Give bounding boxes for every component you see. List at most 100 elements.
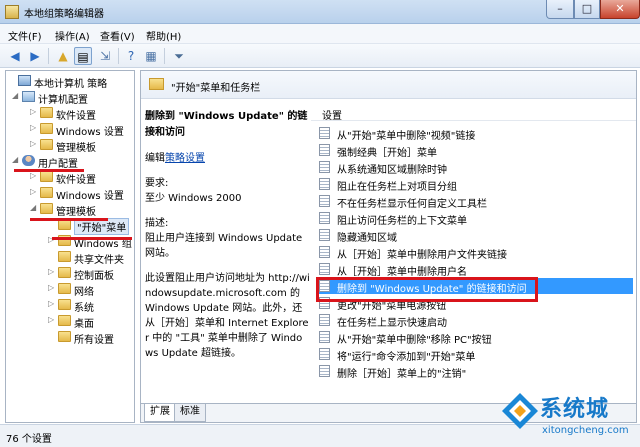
folder-icon [58,315,71,326]
app-icon [5,5,19,19]
edit-prefix: 编辑 [145,153,165,164]
watermark-url: xitongcheng.com [542,425,629,436]
watermark-logo [502,393,538,429]
setting-row[interactable]: 从系统通知区域删除时钟 [317,159,633,176]
tree-item-label: Windows 设置 [56,191,124,202]
setting-row[interactable]: 不在任务栏显示任何自定义工具栏 [317,193,633,210]
up-folder-icon[interactable]: ▲ [54,47,72,65]
properties-icon[interactable]: ▦ [142,47,160,65]
toolbar: ◀ ▶ ▲ ▤ ⇲ ? ▦ ⏷ [0,44,640,68]
folder-icon [58,283,71,294]
policy-setting-icon [319,178,330,190]
close-button[interactable]: ✕ [600,0,640,19]
maximize-button[interactable]: □ [574,0,600,19]
setting-row[interactable]: 阻止在任务栏上对项目分组 [317,176,633,193]
menu-file[interactable]: 文件(F) [8,28,42,43]
setting-row[interactable]: 强制经典［开始］菜单 [317,142,633,159]
menu-view[interactable]: 查看(V) [100,28,135,43]
edit-policy-link[interactable]: 策略设置 [165,153,205,164]
setting-row[interactable]: 阻止访问任务栏的上下文菜单 [317,210,633,227]
export-list-icon[interactable]: ⇲ [96,47,114,65]
status-text: 76 个设置 [6,434,52,445]
requirements-value: 至少 Windows 2000 [145,193,242,204]
tree-item-label: 共享文件夹 [74,255,124,266]
show-tree-icon[interactable]: ▤ [74,47,92,65]
collapse-arrow-icon[interactable]: ◢ [30,203,39,212]
expand-arrow-icon[interactable]: ▷ [30,187,39,196]
details-pane: "开始"菜单和任务栏 删除到 "Windows Update" 的链接和访问 编… [140,70,637,404]
folder-icon [40,107,53,118]
details-header: "开始"菜单和任务栏 [141,71,636,99]
edit-policy-line: 编辑策略设置 [145,151,310,166]
setting-label: 隐藏通知区域 [337,233,397,244]
menu-help[interactable]: 帮助(H) [146,28,181,43]
expand-arrow-icon[interactable]: ▷ [30,139,39,148]
policy-setting-icon [319,365,330,377]
tree-pane: 本地计算机 策略 ◢ 计算机配置 ▷ 软件设置 ▷ Windows 设置 ▷ 管… [5,70,135,423]
menu-action[interactable]: 操作(A) [55,28,90,43]
minimize-button[interactable]: – [546,0,574,19]
folder-icon [40,171,53,182]
expand-arrow-icon[interactable]: ▷ [30,171,39,180]
tree-item-label: 桌面 [74,319,94,330]
toolbar-separator [118,48,119,64]
policy-setting-icon [319,331,330,343]
expand-arrow-icon[interactable]: ▷ [48,283,57,292]
policy-setting-icon [319,263,330,275]
setting-label: 将"运行"命令添加到"开始"菜单 [337,352,476,363]
setting-row[interactable]: 在任务栏上显示快速启动 [317,312,633,329]
policy-setting-icon [319,212,330,224]
setting-label: 从"开始"菜单中删除"视频"链接 [337,131,476,142]
annotation-box [316,277,538,302]
tree-item-label: 控制面板 [74,271,114,282]
help-icon[interactable]: ? [122,47,140,65]
menu-bar: 文件(F) 操作(A) 查看(V) 帮助(H) [0,24,640,44]
window-title: 本地组策略编辑器 [24,9,104,20]
back-icon[interactable]: ◀ [6,47,24,65]
column-header-label: 设置 [322,111,342,122]
expand-arrow-icon[interactable]: ▷ [30,123,39,132]
title-bar: 本地组策略编辑器 – □ ✕ [0,0,640,24]
setting-row[interactable]: 将"运行"命令添加到"开始"菜单 [317,346,633,363]
toolbar-separator [48,48,49,64]
setting-label: 在任务栏上显示快速启动 [337,318,447,329]
setting-row[interactable]: 从［开始］菜单中删除用户文件夹链接 [317,244,633,261]
annotation-underline [30,218,108,221]
setting-label: 不在任务栏显示任何自定义工具栏 [337,199,487,210]
folder-icon [40,123,53,134]
expand-arrow-icon[interactable]: ▷ [30,107,39,116]
tree-item-label: 计算机配置 [38,95,88,106]
annotation-underline [52,237,132,240]
collapse-arrow-icon[interactable]: ◢ [12,91,21,100]
setting-row[interactable]: 删除［开始］菜单上的"注销" [317,363,633,380]
setting-row[interactable]: 隐藏通知区域 [317,227,633,244]
settings-list: 设置 从"开始"菜单中删除"视频"链接 强制经典［开始］菜单 从系统通知区域删除时钟… [311,99,636,403]
tree-item-label: 用户配置 [38,159,78,170]
tree-item-label: 本地计算机 策略 [34,79,108,90]
setting-label: 阻止访问任务栏的上下文菜单 [337,216,467,227]
computer-config-icon [22,91,35,102]
setting-row[interactable]: 从"开始"菜单中删除"移除 PC"按钮 [317,329,633,346]
collapse-arrow-icon[interactable]: ◢ [12,155,21,164]
column-header-settings[interactable]: 设置 [311,99,636,122]
description-more: 此设置阻止用户访问地址为 http://windowsupdate.micros… [145,273,310,359]
policy-setting-icon [319,195,330,207]
policy-setting-icon [319,348,330,360]
expand-arrow-icon[interactable]: ▷ [48,315,57,324]
setting-row[interactable]: 从［开始］菜单中删除用户名 [317,261,633,278]
policy-setting-icon [319,229,330,241]
expand-arrow-icon[interactable]: ▷ [48,267,57,276]
expand-arrow-icon[interactable]: ▷ [48,299,57,308]
folder-icon [40,139,53,150]
tab-extended[interactable]: 扩展 [144,404,176,422]
tab-standard[interactable]: 标准 [174,404,206,422]
policy-title: 删除到 "Windows Update" 的链接和访问 [145,111,308,138]
setting-label: 从［开始］菜单中删除用户名 [337,267,467,278]
tree-item-label: 软件设置 [56,111,96,122]
setting-row[interactable]: 从"开始"菜单中删除"视频"链接 [317,125,633,142]
filter-icon[interactable]: ⏷ [170,47,188,65]
setting-label: 阻止在任务栏上对项目分组 [337,182,457,193]
open-folder-icon [40,203,53,214]
watermark: 系统城 xitongcheng.com [500,389,638,445]
forward-icon[interactable]: ▶ [26,47,44,65]
